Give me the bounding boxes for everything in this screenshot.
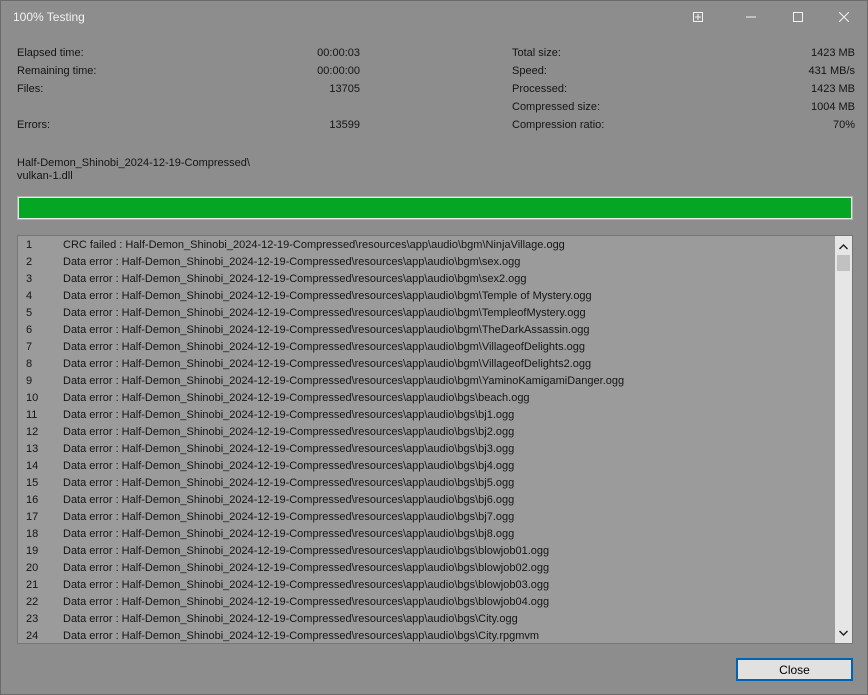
speed-value: 431 MB/s: [808, 65, 855, 77]
compressed-size-label: Compressed size:: [512, 101, 601, 113]
log-row-message: Data error : Half-Demon_Shinobi_2024-12-…: [63, 579, 550, 591]
log-row-message: Data error : Half-Demon_Shinobi_2024-12-…: [63, 528, 515, 540]
log-row-number: 8: [26, 358, 33, 370]
log-row-number: 15: [26, 477, 39, 489]
log-row-message: Data error : Half-Demon_Shinobi_2024-12-…: [63, 613, 518, 625]
log-row-number: 20: [26, 562, 39, 574]
errors-value: 13599: [329, 119, 360, 131]
log-row-number: 13: [26, 443, 39, 455]
remaining-time-label: Remaining time:: [17, 65, 97, 77]
maximize-button[interactable]: [775, 1, 821, 33]
close-button[interactable]: Close: [736, 658, 853, 681]
log-row-number: 24: [26, 630, 39, 642]
log-row-message: Data error : Half-Demon_Shinobi_2024-12-…: [63, 460, 515, 472]
log-row-number: 14: [26, 460, 39, 472]
log-row-message: Data error : Half-Demon_Shinobi_2024-12-…: [63, 290, 592, 302]
log-row-number: 4: [26, 290, 33, 302]
current-file: vulkan-1.dll: [17, 170, 73, 182]
title-bar[interactable]: 100% Testing: [1, 1, 867, 33]
minimize-button[interactable]: [728, 1, 774, 33]
log-row-number: 23: [26, 613, 39, 625]
scroll-thumb[interactable]: [837, 255, 850, 271]
elapsed-time-value: 00:00:03: [317, 47, 360, 59]
speed-label: Speed:: [512, 65, 547, 77]
log-row-number: 5: [26, 307, 33, 319]
processed-value: 1423 MB: [810, 83, 855, 95]
chevron-up-icon: [839, 243, 848, 249]
scroll-up-button[interactable]: [835, 238, 852, 255]
processed-label: Processed:: [512, 83, 568, 95]
log-row-message: Data error : Half-Demon_Shinobi_2024-12-…: [63, 596, 550, 608]
log-row-number: 11: [26, 409, 38, 421]
log-row-number: 3: [26, 273, 33, 285]
pin-button[interactable]: [675, 1, 721, 33]
log-row-number: 12: [26, 426, 39, 438]
log-row-message: Data error : Half-Demon_Shinobi_2024-12-…: [63, 307, 586, 319]
elapsed-time-label: Elapsed time:: [17, 47, 84, 59]
log-row-number: 19: [26, 545, 39, 557]
log-row-number: 6: [26, 324, 33, 336]
scroll-down-button[interactable]: [835, 624, 852, 641]
progress-bar: [17, 196, 853, 220]
log-row-message: Data error : Half-Demon_Shinobi_2024-12-…: [63, 273, 527, 285]
compressed-size-value: 1004 MB: [810, 101, 855, 113]
log-row-message: Data error : Half-Demon_Shinobi_2024-12-…: [63, 630, 540, 642]
log-row-number: 17: [26, 511, 39, 523]
log-row-message: Data error : Half-Demon_Shinobi_2024-12-…: [63, 324, 590, 336]
errors-label: Errors:: [17, 119, 50, 131]
close-window-button[interactable]: [821, 1, 867, 33]
log-row-message: Data error : Half-Demon_Shinobi_2024-12-…: [63, 375, 625, 387]
log-row-message: Data error : Half-Demon_Shinobi_2024-12-…: [63, 392, 530, 404]
log-row-number: 9: [26, 375, 33, 387]
log-row-message: Data error : Half-Demon_Shinobi_2024-12-…: [63, 409, 515, 421]
window-title: 100% Testing: [13, 10, 85, 24]
files-label: Files:: [17, 83, 44, 95]
log-row-number: 18: [26, 528, 39, 540]
log-row-message: Data error : Half-Demon_Shinobi_2024-12-…: [63, 562, 550, 574]
log-row-message: Data error : Half-Demon_Shinobi_2024-12-…: [63, 545, 550, 557]
log-row-message: CRC failed : Half-Demon_Shinobi_2024-12-…: [63, 239, 565, 251]
chevron-down-icon: [839, 630, 848, 636]
log-row-number: 1: [26, 239, 33, 251]
compression-ratio-label: Compression ratio:: [512, 119, 605, 131]
log-row-number: 21: [26, 579, 39, 591]
log-row-message: Data error : Half-Demon_Shinobi_2024-12-…: [63, 511, 515, 523]
log-row-number: 2: [26, 256, 33, 268]
log-row-message: Data error : Half-Demon_Shinobi_2024-12-…: [63, 494, 515, 506]
log-row-message: Data error : Half-Demon_Shinobi_2024-12-…: [63, 426, 515, 438]
log-row-message: Data error : Half-Demon_Shinobi_2024-12-…: [63, 341, 585, 353]
log-row-number: 7: [26, 341, 33, 353]
close-icon: [839, 12, 849, 22]
minimize-icon: [746, 16, 756, 18]
compression-ratio-value: 70%: [832, 119, 855, 131]
current-folder: Half-Demon_Shinobi_2024-12-19-Compressed…: [17, 157, 250, 169]
log-row-message: Data error : Half-Demon_Shinobi_2024-12-…: [63, 443, 515, 455]
log-row-number: 16: [26, 494, 39, 506]
log-scrollbar[interactable]: [835, 236, 852, 643]
log-row-number: 22: [26, 596, 39, 608]
log-row-message: Data error : Half-Demon_Shinobi_2024-12-…: [63, 477, 515, 489]
progress-fill: [19, 198, 851, 218]
pin-icon: [693, 12, 703, 22]
files-value: 13705: [329, 83, 360, 95]
total-size-value: 1423 MB: [810, 47, 855, 59]
total-size-label: Total size:: [512, 47, 561, 59]
log-row-number: 10: [26, 392, 39, 404]
maximize-icon: [793, 12, 803, 22]
testing-dialog: 100% Testing Elapsed time: 00:00:03 Rema…: [0, 0, 868, 695]
error-log-list[interactable]: 24 Data error : Half-Demon_Shinobi_2024-1…: [17, 235, 853, 644]
log-row-message: Data error : Half-Demon_Shinobi_2024-12-…: [63, 256, 521, 268]
remaining-time-value: 00:00:00: [317, 65, 360, 77]
log-row-message: Data error : Half-Demon_Shinobi_2024-12-…: [63, 358, 592, 370]
